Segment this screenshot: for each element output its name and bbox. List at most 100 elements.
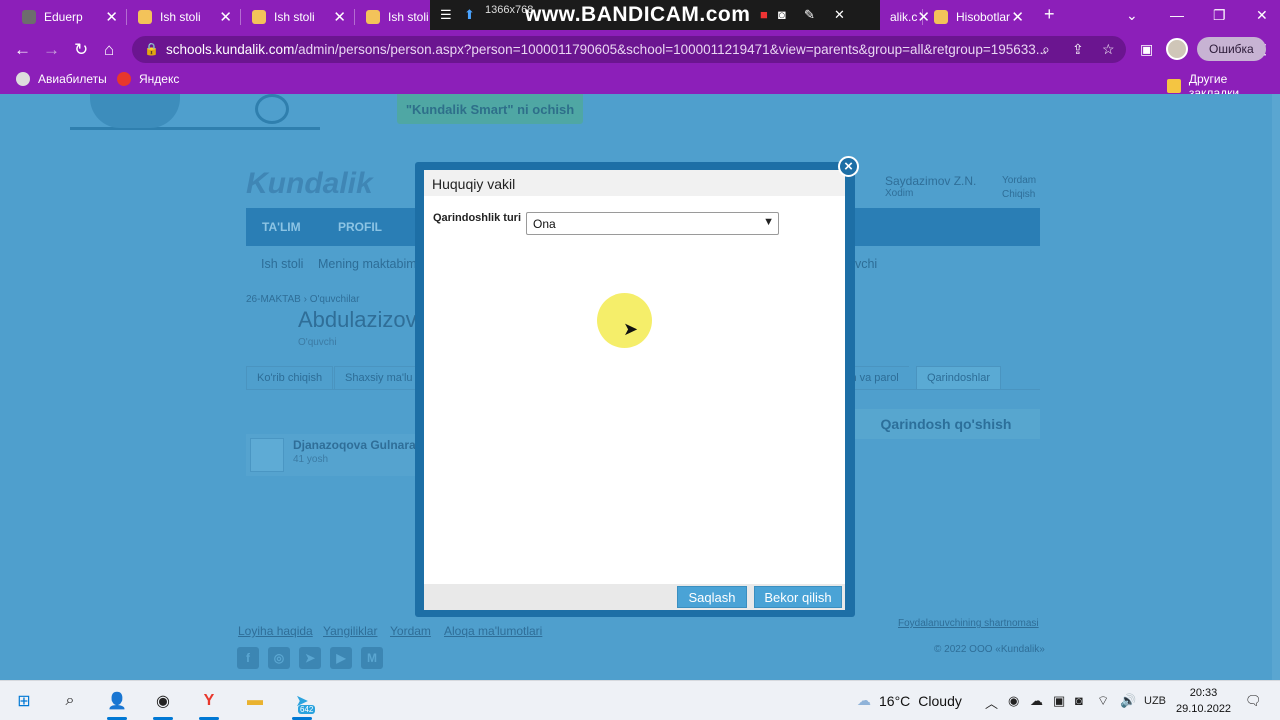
page-scrollbar[interactable] xyxy=(1272,94,1280,680)
home-icon[interactable]: ⌂ xyxy=(104,40,114,60)
back-icon[interactable]: ← xyxy=(14,40,31,60)
help-link[interactable]: Yordam xyxy=(1002,174,1036,188)
address-bar[interactable]: schools.kundalik.com /admin/persons/pers… xyxy=(132,36,1126,63)
dialog-close-icon[interactable]: × xyxy=(838,156,859,177)
new-tab-icon[interactable]: + xyxy=(1044,4,1055,25)
browser-tab[interactable]: Ish stoli ✕ xyxy=(128,4,238,30)
menu-icon: ☰ xyxy=(440,7,452,22)
weather-widget[interactable]: ☁ 16°C Cloudy xyxy=(857,692,962,709)
browser-tab[interactable]: Ish stoli ✕ xyxy=(242,4,352,30)
pin-icon: ⬆ xyxy=(464,7,475,22)
tab-separator xyxy=(240,9,241,25)
logout-link[interactable]: Chiqish xyxy=(1002,188,1036,202)
browser-tab[interactable]: alik.c ✕ xyxy=(880,4,930,30)
device-tray-icon[interactable]: ▣ xyxy=(1053,693,1065,709)
sidebar-icon[interactable]: ▣ xyxy=(1140,41,1153,58)
chrome-icon[interactable]: ◉ xyxy=(151,689,175,720)
close-tab-icon[interactable]: ✕ xyxy=(219,8,232,26)
close-tab-icon[interactable]: ✕ xyxy=(1011,8,1024,26)
browser-tab[interactable]: Eduerp ✕ xyxy=(12,4,124,30)
lock-icon[interactable]: 🔒 xyxy=(144,42,159,56)
minimize-icon[interactable]: — xyxy=(1170,7,1184,23)
window-close-icon[interactable]: ✕ xyxy=(1256,7,1268,24)
tab-overview[interactable]: Ko'rib chiqish xyxy=(246,366,334,390)
reload-icon[interactable]: ↻ xyxy=(74,40,88,60)
tab-relatives[interactable]: Qarindoshlar xyxy=(916,366,1001,390)
wifi-icon[interactable]: ⌔ xyxy=(1097,693,1109,709)
mail-icon[interactable]: M xyxy=(361,647,383,669)
nav-talim[interactable]: TA'LIM xyxy=(262,220,301,234)
relative-name[interactable]: Djanazoqova Gulnara xyxy=(293,438,416,452)
zoom-icon[interactable]: ⌕ xyxy=(1042,41,1050,58)
terms-link[interactable]: Foydalanuvchining shartnomasi xyxy=(898,618,1039,629)
url-host: schools.kundalik.com xyxy=(166,42,295,57)
forward-icon[interactable]: → xyxy=(43,40,60,60)
user-name[interactable]: Saydazimov Z.N. xyxy=(885,174,976,188)
profile-avatar[interactable] xyxy=(1166,38,1188,60)
tab-label: Ish stoli xyxy=(160,10,201,24)
telegram-icon[interactable]: ➤ xyxy=(299,647,321,669)
tab-personal[interactable]: Shaxsiy ma'lu xyxy=(334,366,424,390)
notifications-icon[interactable]: 🗨 xyxy=(1245,693,1262,709)
windows-start-icon[interactable]: ⊞ xyxy=(12,689,36,713)
bookmarks-bar: Авиабилеты Яндекс Другие закладки xyxy=(0,66,1280,100)
language-indicator[interactable]: UZB xyxy=(1144,695,1166,707)
recorder-watermark: www.BANDICAM.com xyxy=(525,3,751,26)
share-icon[interactable]: ⇪ xyxy=(1072,41,1084,58)
breadcrumb-school[interactable]: 26-MAKTAB xyxy=(246,294,301,305)
save-button[interactable]: Saqlash xyxy=(677,586,747,608)
instagram-icon[interactable]: ◎ xyxy=(268,647,290,669)
footer-contact-link[interactable]: Aloqa ma'lumotlari xyxy=(444,624,542,638)
user-app-icon[interactable]: 👤 xyxy=(105,689,129,720)
footer-about-link[interactable]: Loyiha haqida xyxy=(238,624,313,638)
record-icon: ■ xyxy=(760,7,768,22)
browser-tab[interactable]: Ish stoli xyxy=(356,4,436,30)
kundalik-favicon-icon xyxy=(366,10,380,24)
close-tab-icon[interactable]: ✕ xyxy=(105,8,118,26)
clock[interactable]: 20:33 29.10.2022 xyxy=(1176,685,1231,717)
copyright: © 2022 ООО «Kundalik» xyxy=(934,644,1045,655)
close-tab-icon[interactable]: ✕ xyxy=(333,8,346,26)
tab-label: Hisobotlar xyxy=(956,10,1011,24)
subnav-my-school[interactable]: Mening maktabim xyxy=(318,257,417,271)
relative-card[interactable]: Djanazoqova Gulnara 41 yosh xyxy=(246,434,418,476)
user-role: Xodim xyxy=(885,188,914,199)
maximize-icon[interactable]: ❐ xyxy=(1213,7,1226,24)
youtube-icon[interactable]: ▶ xyxy=(330,647,352,669)
network-tray-icon[interactable]: ☁ xyxy=(1030,693,1043,709)
record-tray-icon[interactable]: ◉ xyxy=(1008,693,1019,709)
camera-tray-icon[interactable]: ◙ xyxy=(1075,693,1083,708)
error-button[interactable]: Ошибка xyxy=(1197,37,1266,61)
open-smart-button[interactable]: "Kundalik Smart" ni ochish xyxy=(397,94,583,124)
eduerp-favicon-icon xyxy=(22,10,36,24)
clock-time: 20:33 xyxy=(1189,687,1218,699)
tab-separator xyxy=(126,9,127,25)
bookmark-item[interactable]: Авиабилеты xyxy=(16,72,107,86)
relationship-type-select[interactable]: Ona ▼ xyxy=(526,212,779,235)
footer-help-link[interactable]: Yordam xyxy=(390,624,431,638)
windows-taskbar: ⊞ ⌕ 👤 ◉ Y ▬ ➤ 642 ☁ 16°C Cloudy ︿ ◉ ☁ ▣ … xyxy=(0,680,1280,720)
tab-search-chevron-icon[interactable]: ⌄ xyxy=(1126,7,1138,24)
search-icon[interactable]: ⌕ xyxy=(58,689,82,713)
add-relative-button[interactable]: Qarindosh qo'shish xyxy=(852,409,1040,439)
facebook-icon[interactable]: f xyxy=(237,647,259,669)
select-value: Ona xyxy=(533,217,556,231)
close-icon: ✕ xyxy=(834,7,845,22)
person-role: O'quvchi xyxy=(298,337,337,348)
file-explorer-icon[interactable]: ▬ xyxy=(243,689,267,713)
kundalik-logo[interactable]: Kundalik xyxy=(246,167,373,201)
nav-profil[interactable]: PROFIL xyxy=(338,220,382,234)
subnav-desktop[interactable]: Ish stoli xyxy=(261,257,303,271)
bookmark-item[interactable]: Яндекс xyxy=(117,72,179,86)
tab-separator xyxy=(354,9,355,25)
browser-tab[interactable]: Hisobotlar ✕ xyxy=(924,4,1030,30)
volume-icon[interactable]: 🔊 xyxy=(1120,693,1136,709)
yandex-browser-icon[interactable]: Y xyxy=(197,689,221,720)
footer-news-link[interactable]: Yangiliklar xyxy=(323,624,377,638)
breadcrumb-students[interactable]: O'quvchilar xyxy=(310,294,360,305)
cancel-button[interactable]: Bekor qilish xyxy=(754,586,842,608)
telegram-badge: 642 xyxy=(298,705,316,714)
bookmark-star-icon[interactable]: ☆ xyxy=(1102,41,1115,58)
kundalik-favicon-icon xyxy=(138,10,152,24)
tray-chevron-icon[interactable]: ︿ xyxy=(985,693,998,712)
